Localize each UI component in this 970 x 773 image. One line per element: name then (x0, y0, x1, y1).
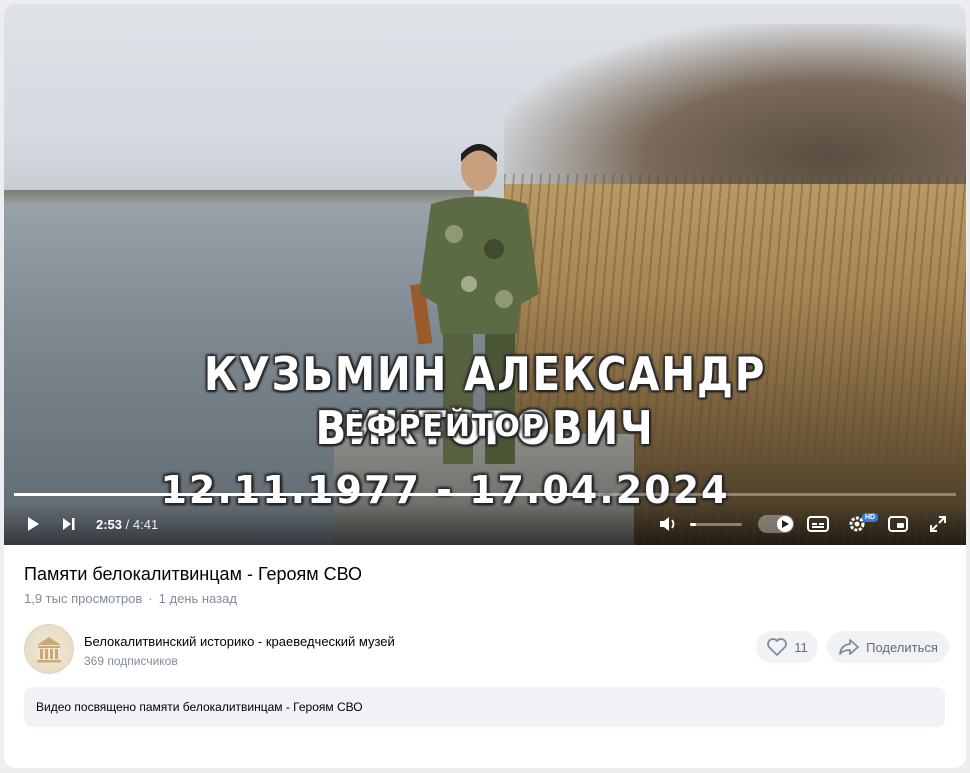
next-icon (63, 518, 75, 530)
overlay-rank: ЕФРЕЙТОР (344, 409, 546, 444)
like-count: 11 (794, 639, 808, 655)
autoplay-play-icon (782, 520, 789, 528)
fullscreen-button[interactable] (925, 512, 951, 536)
volume-slider[interactable] (690, 523, 742, 526)
progress-bar[interactable] (14, 493, 956, 496)
channel-name[interactable]: Белокалитвинский историко - краеведчески… (84, 634, 395, 649)
video-card: КУЗЬМИН АЛЕКСАНДР ВИКТОРОВИЧ ЕФРЕЙТОР 12… (4, 4, 966, 768)
view-count: 1,9 тыс просмотров (24, 591, 143, 606)
like-button[interactable]: 11 (756, 631, 818, 663)
video-title: Памяти белокалитвинцам - Героям СВО (24, 564, 363, 584)
meta-separator: · (148, 591, 153, 606)
next-button[interactable] (56, 512, 82, 536)
autoplay-knob (777, 516, 793, 532)
subtitles-icon (807, 516, 829, 532)
fullscreen-icon (930, 516, 946, 532)
current-time: 2:53 (96, 517, 123, 532)
museum-icon (37, 637, 61, 663)
channel-avatar[interactable] (24, 624, 74, 674)
share-label: Поделиться (866, 639, 938, 655)
hd-badge: HD (862, 513, 879, 522)
time-display: 2:53 / 4:41 (96, 517, 158, 532)
time-separator: / (122, 517, 133, 532)
play-button[interactable] (20, 512, 46, 536)
description-box[interactable]: Видео посвящено памяти белокалитвинцам -… (24, 687, 945, 727)
autoplay-toggle[interactable] (758, 515, 794, 533)
play-icon (28, 517, 39, 531)
video-frame-shore (4, 190, 474, 204)
volume-slider-fill (690, 523, 697, 526)
picture-in-picture-icon (888, 516, 908, 532)
volume-icon (660, 517, 675, 531)
heart-icon (767, 638, 788, 656)
progress-bar-fill (14, 493, 594, 496)
video-meta: 1,9 тыс просмотров · 1 день назад (24, 591, 237, 606)
video-player[interactable]: КУЗЬМИН АЛЕКСАНДР ВИКТОРОВИЧ ЕФРЕЙТОР 12… (4, 4, 966, 545)
pip-button[interactable] (885, 512, 911, 536)
upload-date: 1 день назад (158, 591, 237, 606)
share-button[interactable]: Поделиться (827, 631, 949, 663)
duration: 4:41 (132, 517, 159, 532)
description-text: Видео посвящено памяти белокалитвинцам -… (36, 700, 363, 714)
subscriber-count: 369 подписчиков (84, 654, 178, 668)
volume-button[interactable] (655, 512, 681, 536)
share-icon (839, 639, 859, 655)
subtitles-button[interactable] (805, 512, 831, 536)
player-controls: 2:53 / 4:41 HD (4, 504, 966, 545)
